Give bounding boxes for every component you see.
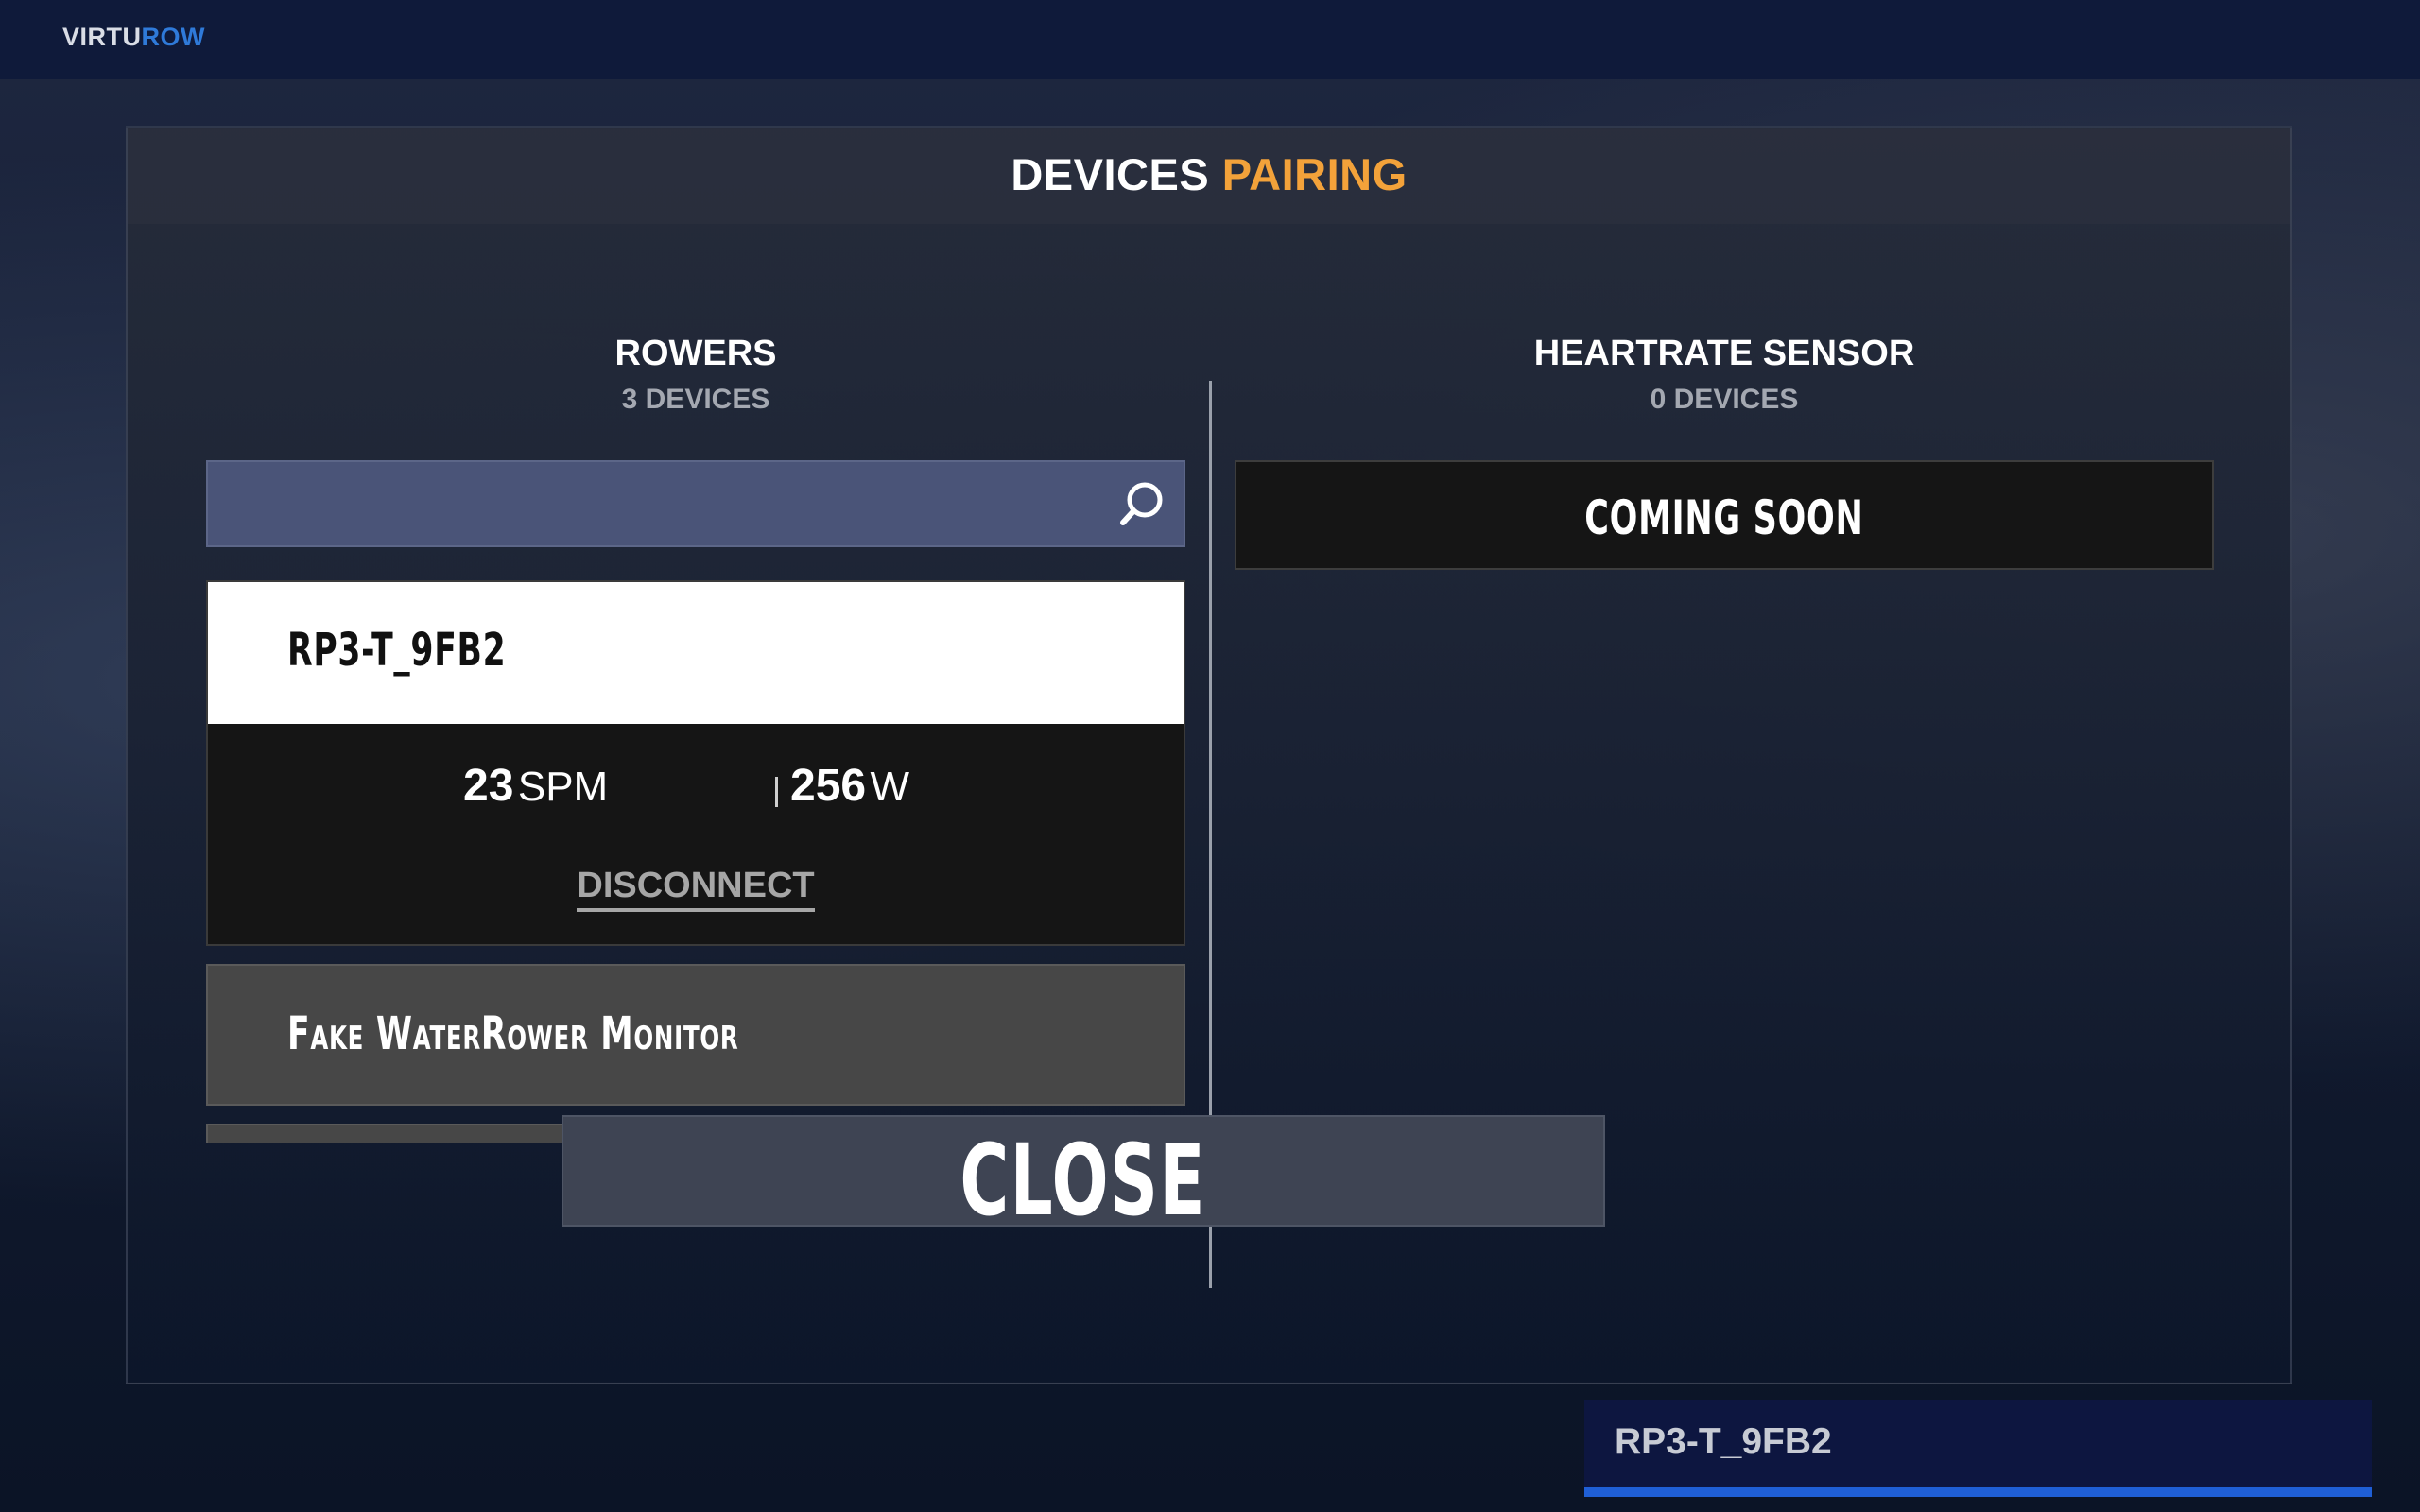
- spm-metric: 23 SPM: [463, 760, 608, 812]
- rower-device-item[interactable]: Fake WaterRower Monitor: [206, 964, 1185, 1106]
- spm-value: 23: [463, 761, 514, 811]
- close-button[interactable]: CLOSE: [562, 1115, 1605, 1238]
- toast-progress-bar: [1584, 1487, 2372, 1497]
- logo-text-virtu: VIRTU: [62, 23, 142, 51]
- coming-soon-label: COMING SOON: [1584, 490, 1864, 545]
- heartrate-device-count: 0 DEVICES: [1650, 384, 1799, 415]
- rower-search-input[interactable]: [206, 460, 1185, 547]
- heartrate-header: HEARTRATE SENSOR 0 DEVICES: [1235, 334, 2214, 416]
- rower-device-card-connected[interactable]: RP3-T_9FB2 23 SPM 256 W DISCONNECT: [206, 580, 1185, 946]
- dialog-title-pairing: PAIRING: [1221, 149, 1408, 199]
- disconnect-row: DISCONNECT: [208, 866, 1184, 912]
- metric-separator: [775, 777, 778, 807]
- app-logo: VIRTUROW: [62, 23, 205, 52]
- toast-device-name: RP3-T_9FB2: [1615, 1421, 1832, 1462]
- dialog-title-devices: DEVICES: [1011, 149, 1210, 199]
- connection-toast: RP3-T_9FB2: [1584, 1400, 2372, 1497]
- rowers-heading: ROWERS: [614, 334, 777, 373]
- device-name: RP3-T_9FB2: [287, 624, 507, 677]
- power-value: 256: [790, 761, 867, 811]
- power-unit: W: [870, 764, 910, 810]
- spm-unit: SPM: [517, 764, 609, 810]
- dialog-title: DEVICES PAIRING: [128, 148, 2290, 200]
- coming-soon-box: COMING SOON: [1235, 460, 2214, 570]
- search-icon[interactable]: [1115, 477, 1168, 530]
- device-metrics: 23 SPM 256 W: [208, 760, 1184, 816]
- dialog-header: DEVICES PAIRING: [128, 128, 2290, 224]
- disconnect-button[interactable]: DISCONNECT: [577, 866, 815, 912]
- close-button-label: CLOSE: [959, 1123, 1207, 1238]
- heartrate-heading: HEARTRATE SENSOR: [1533, 334, 1915, 373]
- rowers-device-count: 3 DEVICES: [621, 384, 770, 415]
- rowers-header: ROWERS 3 DEVICES: [206, 334, 1185, 416]
- device-name: Fake WaterRower Monitor: [287, 1007, 739, 1060]
- power-metric: 256 W: [790, 760, 909, 812]
- logo-text-row: ROW: [141, 23, 205, 51]
- top-bar: VIRTUROW: [0, 0, 2420, 79]
- device-name-row[interactable]: RP3-T_9FB2: [208, 582, 1184, 724]
